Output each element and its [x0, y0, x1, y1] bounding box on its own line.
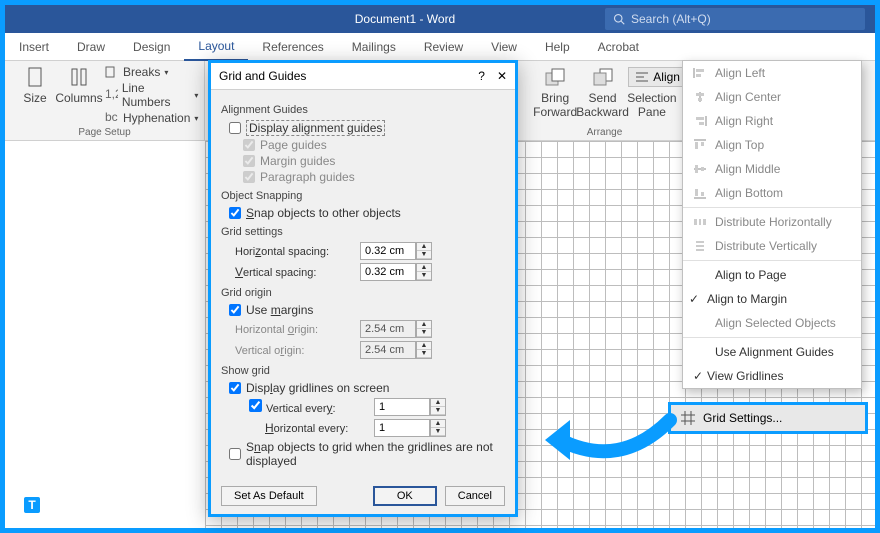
search-placeholder: Search (Alt+Q) [631, 12, 711, 26]
cancel-button[interactable]: Cancel [445, 486, 505, 506]
grid-and-guides-dialog: Grid and Guides ? ✕ Alignment Guides Dis… [208, 60, 518, 517]
chk-use-margins[interactable]: Use margins [229, 303, 505, 317]
align-menu: Align Left Align Center Align Right Alig… [682, 60, 862, 389]
section-grid-origin: Grid origin [221, 287, 505, 299]
align-middle-icon [693, 163, 707, 175]
mi-grid-settings[interactable]: Grid Settings... [668, 402, 868, 434]
distribute-h-icon [693, 216, 707, 228]
tab-help[interactable]: Help [531, 33, 584, 61]
set-default-button[interactable]: Set As Default [221, 486, 317, 506]
chk-snap-objects[interactable]: SSnap objects to other objectsnap object… [229, 206, 505, 220]
mi-align-selected[interactable]: Align Selected Objects [683, 311, 861, 335]
input-h-every[interactable]: ▲▼ [374, 419, 446, 437]
tab-mailings[interactable]: Mailings [338, 33, 410, 61]
mi-distribute-h[interactable]: Distribute Horizontally [683, 210, 861, 234]
size-button[interactable]: Size [13, 65, 57, 125]
mi-align-left[interactable]: Align Left [683, 61, 861, 85]
breaks-icon [105, 66, 119, 78]
breaks-button[interactable]: Breaks▾ [105, 65, 198, 79]
bring-forward-button[interactable]: Bring Forward [533, 65, 577, 121]
label-v-spacing: Vertical spacing: [235, 265, 360, 279]
hyphenation-icon: bc [105, 112, 119, 124]
chk-snap-to-grid[interactable]: Snap objects to grid when the gridlines … [229, 440, 505, 468]
section-show-grid: Show grid [221, 365, 505, 377]
chk-paragraph-guides: Paragraph guides [243, 170, 505, 184]
search-box[interactable]: Search (Alt+Q) [605, 8, 865, 30]
search-icon [613, 13, 625, 25]
close-button[interactable]: ✕ [497, 69, 507, 83]
annotation-arrow [540, 410, 690, 480]
align-center-icon [693, 91, 707, 103]
label-v-every: Vertical every: [249, 399, 374, 415]
tab-review[interactable]: Review [410, 33, 477, 61]
tab-view[interactable]: View [477, 33, 531, 61]
window-title: Document1 - Word [205, 12, 605, 26]
align-icon [635, 70, 649, 84]
group-page-setup-label: Page Setup [5, 127, 204, 138]
help-button[interactable]: ? [478, 69, 485, 83]
chk-display-gridlines[interactable]: Display gridlines on screen [229, 381, 505, 395]
section-alignment-guides: Alignment Guides [221, 104, 505, 116]
input-v-every[interactable]: ▲▼ [374, 398, 446, 416]
input-h-spacing[interactable]: ▲▼ [360, 242, 432, 260]
tab-acrobat[interactable]: Acrobat [584, 33, 653, 61]
dialog-title: Grid and Guides [219, 69, 306, 83]
input-v-origin: ▲▼ [360, 341, 432, 359]
svg-text:bc: bc [105, 112, 118, 124]
line-numbers-button[interactable]: 1,2Line Numbers▾ [105, 81, 198, 109]
chk-page-guides: Page guides [243, 138, 505, 152]
distribute-v-icon [693, 240, 707, 252]
mi-view-gridlines[interactable]: ✓View Gridlines [683, 364, 861, 388]
mi-align-to-margin[interactable]: ✓Align to Margin [683, 287, 861, 311]
label-h-every: Horizontal every: [249, 421, 374, 435]
align-left-icon [693, 67, 707, 79]
template-net-logo: TTEMPLATE.NET [22, 495, 139, 515]
tab-references[interactable]: References [248, 33, 337, 61]
label-h-spacing: Horizontal spacing: [235, 244, 360, 258]
mi-align-to-page[interactable]: Align to Page [683, 263, 861, 287]
align-bottom-icon [693, 187, 707, 199]
tab-design[interactable]: Design [119, 33, 184, 61]
section-object-snapping: Object Snapping [221, 190, 505, 202]
tab-draw[interactable]: Draw [63, 33, 119, 61]
group-arrange-label: Arrange [525, 127, 684, 138]
ok-button[interactable]: OK [373, 486, 437, 506]
size-icon [26, 67, 44, 89]
mi-use-alignment-guides[interactable]: Use Alignment Guides [683, 340, 861, 364]
tab-insert[interactable]: Insert [5, 33, 63, 61]
send-backward-icon [592, 67, 614, 89]
columns-icon [70, 67, 88, 89]
columns-button[interactable]: Columns [57, 65, 101, 125]
input-h-origin: ▲▼ [360, 320, 432, 338]
label-h-origin: Horizontal origin: [235, 322, 360, 336]
chk-margin-guides: Margin guides [243, 154, 505, 168]
bring-forward-icon [544, 67, 566, 89]
chk-display-alignment-guides[interactable]: Display alignment guides [229, 120, 505, 136]
label-v-origin: Vertical origin: [235, 343, 360, 357]
svg-text:1,2: 1,2 [105, 89, 118, 101]
section-grid-settings: Grid settings [221, 226, 505, 238]
tab-layout[interactable]: Layout [184, 33, 248, 61]
align-top-icon [693, 139, 707, 151]
mi-align-middle[interactable]: Align Middle [683, 157, 861, 181]
input-v-spacing[interactable]: ▲▼ [360, 263, 432, 281]
send-backward-button[interactable]: Send Backward [577, 65, 628, 121]
mi-distribute-v[interactable]: Distribute Vertically [683, 234, 861, 258]
mi-align-bottom[interactable]: Align Bottom [683, 181, 861, 205]
line-numbers-icon: 1,2 [105, 89, 118, 101]
mi-align-top[interactable]: Align Top [683, 133, 861, 157]
align-right-icon [693, 115, 707, 127]
mi-align-center[interactable]: Align Center [683, 85, 861, 109]
mi-align-right[interactable]: Align Right [683, 109, 861, 133]
hyphenation-button[interactable]: bcHyphenation▾ [105, 111, 198, 125]
